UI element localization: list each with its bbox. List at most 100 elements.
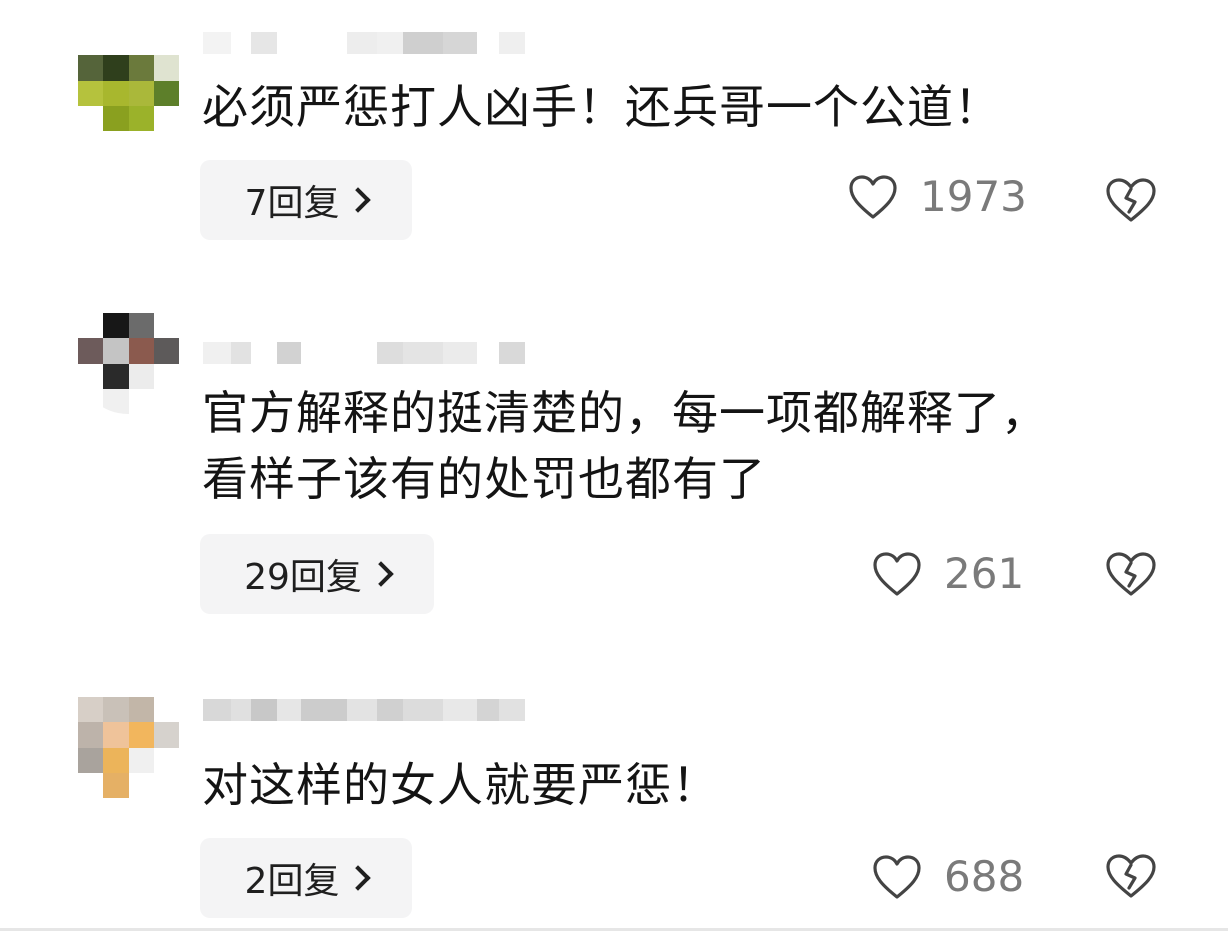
username-mosaic-block (377, 699, 403, 721)
avatar-mosaic-cell (78, 338, 104, 364)
username-mosaic-block (403, 342, 443, 364)
avatar-mosaic-cell (128, 747, 154, 773)
username-mosaic-block (499, 342, 525, 364)
avatar-mosaic-cell (103, 338, 129, 364)
username-redacted[interactable] (203, 697, 525, 723)
avatar-mosaic-cell (78, 105, 104, 131)
username-mosaic-block (251, 699, 277, 721)
avatar-mosaic-cell (103, 80, 129, 106)
avatar-mosaic-cell (128, 388, 154, 414)
username-mosaic-block (203, 342, 231, 364)
username-mosaic-block (277, 699, 301, 721)
dislike-button[interactable] (1105, 176, 1157, 228)
avatar-mosaic-cell (103, 722, 129, 748)
username-mosaic-block (403, 32, 443, 54)
username-mosaic-block (347, 699, 377, 721)
avatar-mosaic-cell (153, 55, 179, 81)
avatar-mosaic-cell (153, 388, 179, 414)
avatar-mosaic-cell (103, 363, 129, 389)
username-mosaic-block (443, 342, 477, 364)
avatar-mosaic-cell (103, 105, 129, 131)
broken-heart-icon (1106, 854, 1156, 898)
avatar[interactable] (78, 313, 179, 414)
username-mosaic-block (477, 342, 499, 364)
avatar-mosaic-cell (153, 722, 179, 748)
reply-button[interactable]: 29回复 (200, 534, 434, 614)
avatar-mosaic-cell (128, 55, 154, 81)
username-mosaic-block (477, 32, 499, 54)
username-redacted[interactable] (203, 30, 525, 56)
username-mosaic-block (251, 32, 277, 54)
avatar-mosaic-cell (78, 722, 104, 748)
avatar-mosaic-cell (103, 697, 129, 723)
avatar-mosaic-cell (128, 105, 154, 131)
avatar-mosaic-cell (128, 363, 154, 389)
username-mosaic-block (377, 32, 403, 54)
avatar-mosaic-cell (153, 772, 179, 798)
avatar-mosaic-cell (153, 363, 179, 389)
heart-icon (873, 854, 921, 899)
username-mosaic-block (347, 342, 377, 364)
chevron-right-icon (345, 187, 372, 213)
avatar-mosaic-cell (78, 363, 104, 389)
username-mosaic-block (301, 699, 347, 721)
avatar-mosaic-cell (153, 105, 179, 131)
avatar-mosaic-cell (103, 313, 129, 339)
avatar-mosaic-cell (153, 338, 179, 364)
avatar-mosaic-cell (103, 747, 129, 773)
username-mosaic-block (231, 699, 251, 721)
avatar-mosaic-cell (78, 80, 104, 106)
avatar-mosaic-cell (103, 772, 129, 798)
username-mosaic-block (301, 342, 347, 364)
comment-text: 对这样的女人就要严惩！ (202, 758, 719, 812)
avatar-mosaic-cell (153, 747, 179, 773)
username-mosaic-block (277, 342, 301, 364)
username-mosaic-block (203, 32, 231, 54)
avatar-mosaic-cell (78, 697, 104, 723)
dislike-button[interactable] (1105, 550, 1157, 602)
username-mosaic-block (277, 32, 301, 54)
username-mosaic-block (203, 699, 231, 721)
username-mosaic-block (347, 32, 377, 54)
heart-icon (873, 551, 921, 596)
username-mosaic-block (231, 342, 251, 364)
avatar[interactable] (78, 30, 179, 131)
like-count: 1973 (920, 172, 1027, 221)
username-mosaic-block (251, 342, 277, 364)
avatar-mosaic-cell (128, 697, 154, 723)
avatar-mosaic-cell (153, 80, 179, 106)
avatar-mosaic-cell (78, 55, 104, 81)
like-button[interactable]: 1973 (848, 172, 1027, 221)
comment-text: 官方解释的挺清楚的，每一项都解释了，看样子该有的处罚也都有了 (202, 386, 1048, 506)
reply-button[interactable]: 7回复 (200, 160, 412, 240)
avatar-mosaic-cell (128, 80, 154, 106)
avatar-mosaic-cell (153, 313, 179, 339)
reply-button[interactable]: 2回复 (200, 838, 412, 918)
like-button[interactable]: 261 (872, 549, 1024, 598)
username-mosaic-block (499, 699, 525, 721)
avatar-mosaic-cell (128, 313, 154, 339)
avatar[interactable] (78, 697, 179, 798)
dislike-button[interactable] (1105, 852, 1157, 904)
like-count: 688 (944, 852, 1025, 901)
like-button[interactable]: 688 (872, 852, 1024, 901)
avatar-mosaic-cell (103, 55, 129, 81)
username-mosaic-block (403, 699, 443, 721)
reply-label: 7回复 (244, 183, 340, 224)
chevron-right-icon (368, 561, 394, 587)
reply-label: 2回复 (244, 861, 340, 902)
username-mosaic-block (377, 342, 403, 364)
broken-heart-icon (1106, 552, 1156, 596)
avatar-mosaic-cell (78, 30, 104, 56)
like-count: 261 (944, 549, 1025, 598)
avatar-mosaic-cell (103, 30, 129, 56)
username-mosaic-block (443, 699, 477, 721)
heart-icon (849, 174, 897, 219)
avatar-mosaic-cell (78, 388, 104, 414)
username-redacted[interactable] (203, 340, 525, 366)
avatar-mosaic-cell (128, 772, 154, 798)
avatar-mosaic-cell (78, 772, 104, 798)
avatar-mosaic-cell (128, 338, 154, 364)
username-mosaic-block (499, 32, 525, 54)
avatar-mosaic-cell (78, 313, 104, 339)
